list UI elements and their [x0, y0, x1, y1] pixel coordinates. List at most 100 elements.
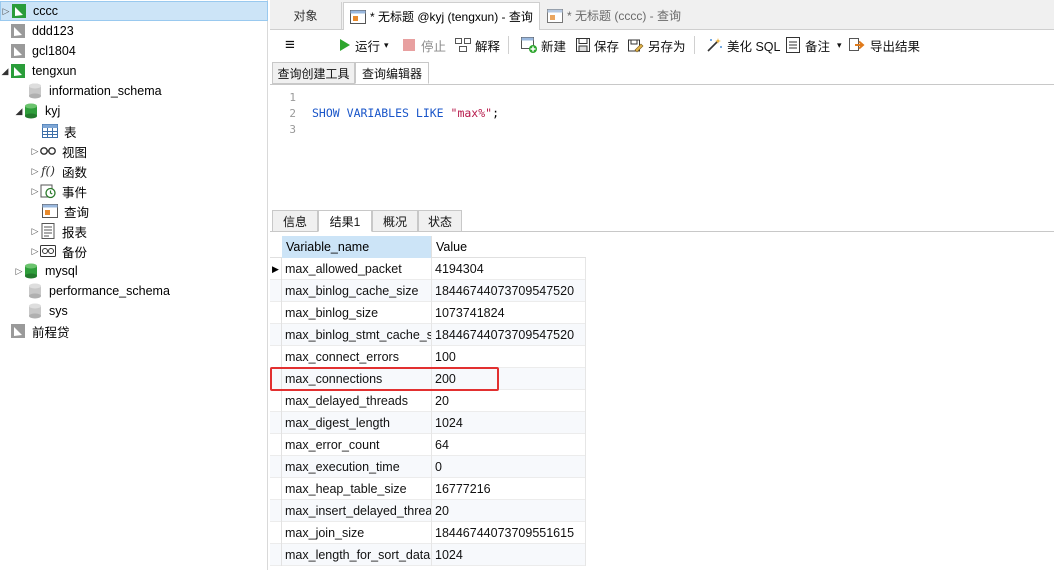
- collapse-arrow-icon[interactable]: ◢: [0, 66, 10, 77]
- cell-variable-name[interactable]: max_allowed_packet: [282, 258, 432, 280]
- cell-variable-name[interactable]: max_insert_delayed_threa: [282, 500, 432, 522]
- table-row[interactable]: max_digest_length 1024: [270, 412, 586, 434]
- expand-arrow-icon[interactable]: ▷: [30, 246, 40, 257]
- tree-node-events[interactable]: ▷ 事件: [30, 181, 87, 201]
- tree-database-sys[interactable]: sys: [18, 301, 68, 321]
- row-selector[interactable]: [270, 500, 282, 522]
- row-selector[interactable]: [270, 280, 282, 302]
- row-selector[interactable]: [270, 324, 282, 346]
- table-row[interactable]: max_binlog_cache_size 1844674407370954752…: [270, 280, 586, 302]
- row-selector[interactable]: [270, 522, 282, 544]
- cell-variable-name[interactable]: max_digest_length: [282, 412, 432, 434]
- current-row-marker-icon[interactable]: ▶: [270, 258, 282, 280]
- column-header-variable-name[interactable]: Variable_name: [282, 236, 432, 258]
- explain-button[interactable]: 解释: [452, 33, 503, 57]
- tree-node-backups[interactable]: ▷ 备份: [30, 241, 87, 261]
- cell-value[interactable]: 64: [432, 434, 586, 456]
- cell-variable-name[interactable]: max_heap_table_size: [282, 478, 432, 500]
- table-row[interactable]: max_length_for_sort_data 1024: [270, 544, 586, 566]
- chevron-down-icon[interactable]: ▾: [837, 40, 842, 51]
- expand-arrow-icon[interactable]: ▷: [14, 266, 24, 277]
- tab-query-kyj[interactable]: * 无标题 @kyj (tengxun) - 查询: [343, 2, 540, 30]
- tree-connection-qianchengdai[interactable]: 前程贷: [0, 321, 70, 341]
- cell-value[interactable]: 1024: [432, 544, 586, 566]
- expand-arrow-icon[interactable]: ▷: [1, 6, 11, 17]
- tree-connection-tengxun[interactable]: ◢ tengxun: [0, 61, 268, 81]
- comment-button[interactable]: 备注 ▾: [783, 33, 845, 57]
- cell-value[interactable]: 1073741824: [432, 302, 586, 324]
- stop-button[interactable]: 停止: [400, 33, 449, 57]
- cell-variable-name[interactable]: max_binlog_size: [282, 302, 432, 324]
- run-button[interactable]: 运行 ▾: [336, 33, 392, 57]
- menu-button[interactable]: ≡: [282, 33, 298, 57]
- cell-variable-name[interactable]: max_execution_time: [282, 456, 432, 478]
- save-button[interactable]: 保存: [573, 33, 622, 57]
- table-row[interactable]: max_insert_delayed_threa 20: [270, 500, 586, 522]
- cell-variable-name[interactable]: max_connect_errors: [282, 346, 432, 368]
- table-row[interactable]: ▶ max_allowed_packet 4194304: [270, 258, 586, 280]
- sql-editor[interactable]: 1 2 3 SHOW VARIABLES LIKE "max%";: [270, 84, 1054, 205]
- save-as-button[interactable]: 另存为: [625, 33, 689, 57]
- tree-connection-gcl1804[interactable]: gcl1804: [0, 41, 268, 61]
- beautify-sql-button[interactable]: 美化 SQL: [702, 33, 784, 57]
- tab-status[interactable]: 状态: [418, 210, 462, 232]
- cell-value[interactable]: 100: [432, 346, 586, 368]
- table-row[interactable]: max_heap_table_size 16777216: [270, 478, 586, 500]
- cell-value[interactable]: 0: [432, 456, 586, 478]
- row-selector[interactable]: [270, 302, 282, 324]
- cell-variable-name[interactable]: max_length_for_sort_data: [282, 544, 432, 566]
- new-query-button[interactable]: 新建: [518, 33, 569, 57]
- cell-variable-name[interactable]: max_error_count: [282, 434, 432, 456]
- tab-objects[interactable]: 对象: [270, 2, 342, 29]
- row-selector[interactable]: [270, 390, 282, 412]
- cell-value[interactable]: 18446744073709547520: [432, 280, 586, 302]
- tab-query-builder[interactable]: 查询创建工具: [272, 62, 355, 84]
- expand-arrow-icon[interactable]: ▷: [30, 226, 40, 237]
- tree-database-kyj[interactable]: ◢ kyj: [14, 101, 60, 121]
- collapse-arrow-icon[interactable]: ◢: [14, 106, 24, 117]
- cell-variable-name[interactable]: max_join_size: [282, 522, 432, 544]
- tab-info[interactable]: 信息: [272, 210, 318, 232]
- tree-database-information-schema[interactable]: information_schema: [18, 81, 162, 101]
- tree-node-views[interactable]: ▷ 视图: [30, 141, 87, 161]
- expand-arrow-icon[interactable]: ▷: [30, 146, 40, 157]
- row-selector[interactable]: [270, 544, 282, 566]
- tab-result-1[interactable]: 结果1: [318, 210, 372, 232]
- tree-node-tables[interactable]: 表: [42, 121, 77, 141]
- table-row[interactable]: max_join_size 18446744073709551615: [270, 522, 586, 544]
- row-selector[interactable]: [270, 346, 282, 368]
- tab-query-editor[interactable]: 查询编辑器: [355, 62, 429, 84]
- expand-arrow-icon[interactable]: ▷: [30, 186, 40, 197]
- tree-node-reports[interactable]: ▷ 报表: [30, 221, 87, 241]
- cell-value[interactable]: 18446744073709547520: [432, 324, 586, 346]
- row-selector[interactable]: [270, 434, 282, 456]
- row-selector[interactable]: [270, 478, 282, 500]
- cell-variable-name[interactable]: max_delayed_threads: [282, 390, 432, 412]
- table-row[interactable]: max_execution_time 0: [270, 456, 586, 478]
- row-selector[interactable]: [270, 456, 282, 478]
- tree-connection-cccc[interactable]: ▷ cccc: [0, 1, 268, 21]
- chevron-down-icon[interactable]: ▾: [384, 40, 389, 51]
- tree-node-queries[interactable]: 查询: [42, 201, 89, 221]
- cell-value[interactable]: 18446744073709551615: [432, 522, 586, 544]
- expand-arrow-icon[interactable]: ▷: [30, 166, 40, 177]
- cell-variable-name[interactable]: max_binlog_cache_size: [282, 280, 432, 302]
- row-selector[interactable]: [270, 412, 282, 434]
- table-row[interactable]: max_connect_errors 100: [270, 346, 586, 368]
- tree-node-functions[interactable]: ▷ f() 函数: [30, 161, 87, 181]
- column-header-value[interactable]: Value: [432, 236, 586, 258]
- tree-database-mysql[interactable]: ▷ mysql: [14, 261, 78, 281]
- tree-database-performance-schema[interactable]: performance_schema: [18, 281, 170, 301]
- tab-query-cccc[interactable]: * 无标题 (cccc) - 查询: [541, 2, 691, 29]
- export-results-button[interactable]: 导出结果: [846, 33, 923, 57]
- cell-value[interactable]: 1024: [432, 412, 586, 434]
- table-row[interactable]: max_delayed_threads 20: [270, 390, 586, 412]
- table-row[interactable]: max_binlog_stmt_cache_si 1844674407370954…: [270, 324, 586, 346]
- cell-value[interactable]: 20: [432, 390, 586, 412]
- tab-profile[interactable]: 概况: [372, 210, 418, 232]
- cell-variable-name[interactable]: max_binlog_stmt_cache_si: [282, 324, 432, 346]
- cell-value[interactable]: 20: [432, 500, 586, 522]
- cell-value[interactable]: 4194304: [432, 258, 586, 280]
- table-row[interactable]: max_error_count 64: [270, 434, 586, 456]
- tree-connection-ddd123[interactable]: ddd123: [0, 21, 268, 41]
